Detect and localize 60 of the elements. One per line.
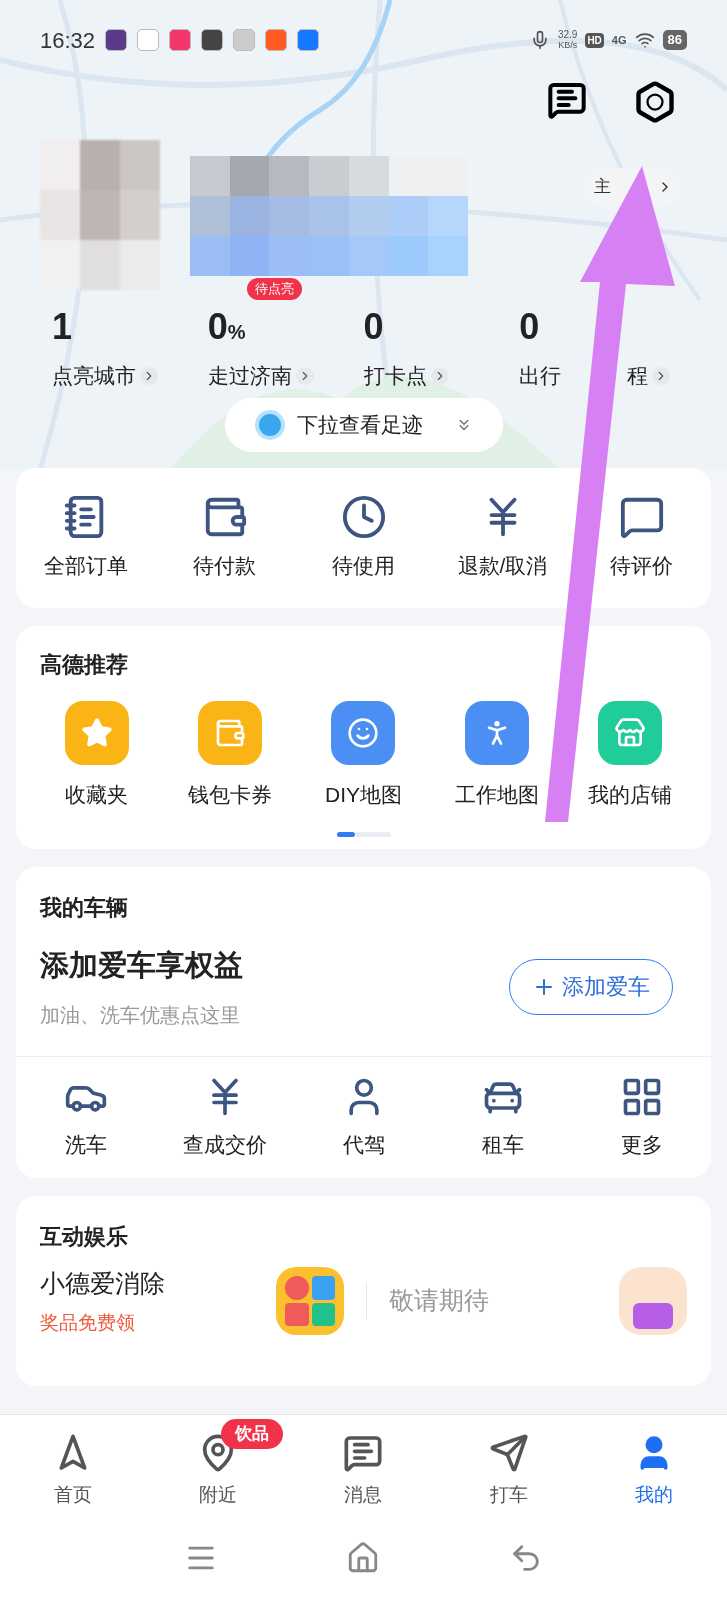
game-promo: 奖品免费领 [40,1310,136,1335]
app-icon [265,29,288,51]
car-service-item[interactable]: 洗车 [63,1074,108,1160]
message-icon[interactable] [547,80,587,120]
send-icon [488,1433,529,1473]
order-item[interactable]: 待使用 [332,494,395,582]
stat-unit: % [227,321,246,345]
car-service-item[interactable]: 更多 [619,1074,664,1160]
stat-value: 0 [207,305,228,349]
nav-tab[interactable]: 打车 [488,1433,529,1525]
stat-value: 0 [519,305,540,349]
footprint-pull-button[interactable]: 下拉查看足迹 [224,398,503,452]
app-icon [201,29,224,51]
section-title: 我的车辆 [40,894,129,922]
nav-tab[interactable]: 首页 [52,1433,93,1525]
vehicle-subtitle: 加油、洗车优惠点这里 [40,1002,241,1028]
stat-label[interactable]: 打卡点 [363,360,427,392]
clock-time: 16:32 [40,26,96,55]
network-type: 4G [611,32,627,48]
speed-unit: KB/s [558,40,578,50]
app-icon [137,29,160,51]
clock-icon [340,494,387,540]
shortcut-item[interactable]: DIY地图 [325,700,402,810]
nav-tab[interactable]: 消息 [343,1433,384,1525]
car-service-item[interactable]: 查成交价 [182,1074,267,1160]
nav-tab[interactable]: 我的 [634,1433,675,1525]
nav-badge: 饮品 [221,1419,284,1449]
order-item[interactable]: 待付款 [193,494,256,582]
network-speed: 32.9 [557,30,578,40]
order-item[interactable]: 退款/取消 [457,494,548,582]
app-icon [233,29,256,51]
stat-value: 0 [363,305,384,349]
shortcut-item[interactable]: 收藏夹 [64,700,129,810]
message-icon [343,1433,384,1473]
settings-icon[interactable] [633,80,677,124]
shortcut-item[interactable]: 工作地图 [454,700,539,810]
wifi-icon [634,30,655,50]
app-icon [169,29,192,51]
stat-label[interactable]: 点亮城市 [52,360,136,392]
car-service-item[interactable]: 代驾 [341,1074,386,1160]
shortcut-item[interactable]: 我的店铺 [588,700,673,810]
stat-label[interactable]: 走过济南 [207,360,292,392]
order-item[interactable]: 全部订单 [43,494,128,582]
app-icon [105,29,128,51]
section-title: 互动娱乐 [40,1224,128,1249]
vehicle-headline: 添加爱车享权益 [40,948,243,983]
light-up-badge: 待点亮 [246,278,302,300]
shortcut-item[interactable]: 钱包卡券 [188,700,273,810]
coming-soon-text: 敬请期待 [389,1285,490,1317]
section-title: 高德推荐 [40,651,128,677]
globe-icon [254,410,285,440]
car-service-item[interactable]: 租车 [480,1074,525,1160]
order-item[interactable]: 待评价 [610,494,673,582]
game-app-icon[interactable] [276,1267,344,1335]
stat-label[interactable]: 程 [627,360,649,392]
game-name: 小德爱消除 [40,1268,166,1299]
stat-label[interactable]: 出行 [519,360,562,392]
game-controller-icon[interactable] [619,1267,687,1335]
app-icon [297,29,320,51]
stat-value: 1 [52,305,73,349]
